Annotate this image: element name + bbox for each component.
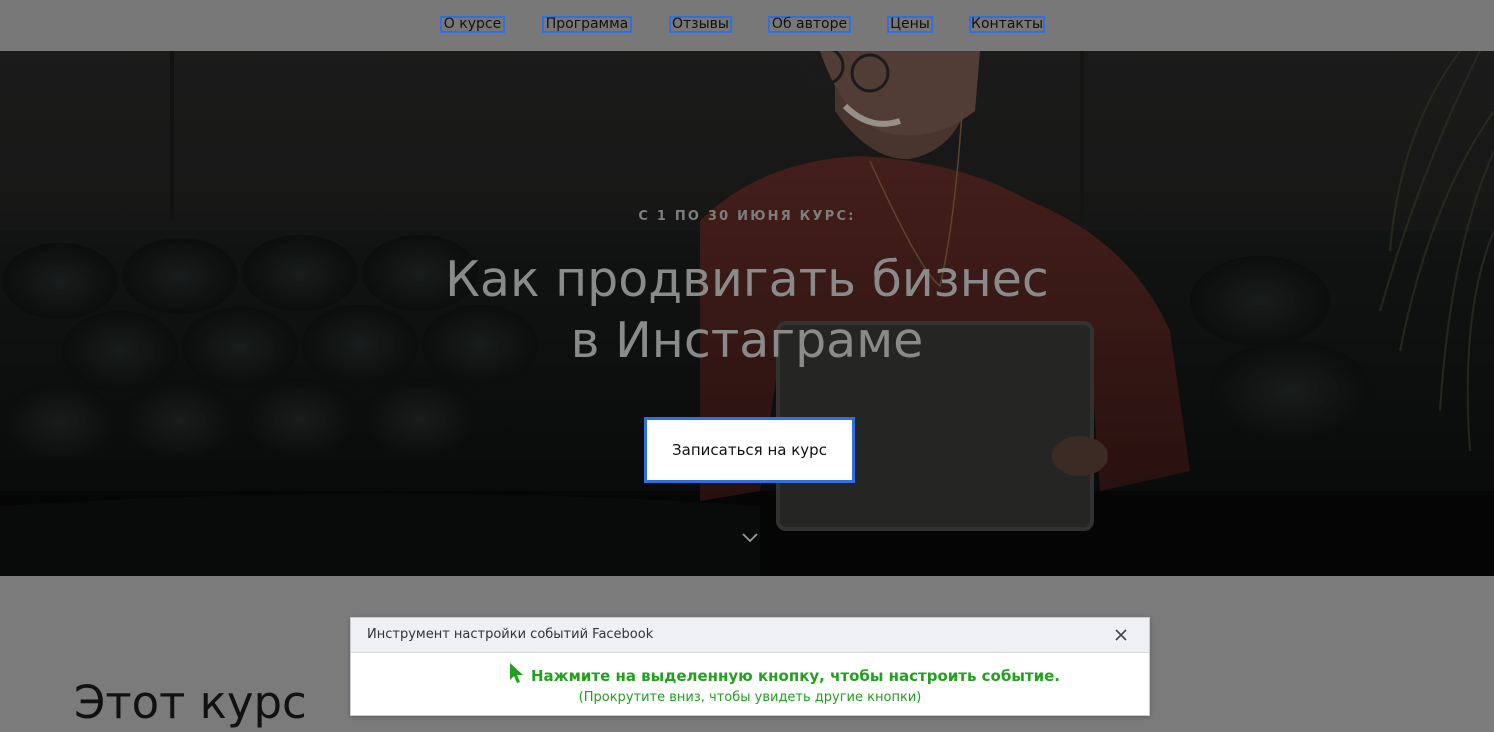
signup-button[interactable]: Записаться на курс [644,417,855,483]
fb-event-tool-title: Инструмент настройки событий Facebook [367,627,654,642]
about-section-heading: Этот курс [74,676,307,729]
nav-link-about[interactable]: О курсе [440,16,505,33]
fb-event-tool-panel: Инструмент настройки событий Facebook На… [350,617,1150,716]
chevron-down-icon[interactable] [741,532,759,544]
nav-link-author[interactable]: Об авторе [768,16,851,33]
close-icon[interactable] [1113,627,1129,643]
fb-event-tool-header: Инструмент настройки событий Facebook [351,618,1149,653]
page: О курсе Программа Отзывы Об авторе Цены … [0,0,1494,732]
nav-link-reviews[interactable]: Отзывы [669,16,732,33]
hero-section: С 1 ПО 30 ИЮНЯ КУРС: Как продвигать бизн… [0,51,1494,576]
top-nav: О курсе Программа Отзывы Об авторе Цены … [0,0,1494,52]
hero-subtitle: С 1 ПО 30 ИЮНЯ КУРС: [638,209,856,224]
hero-title-line-2: в Инстаграме [570,312,924,369]
cursor-arrow-icon [510,663,523,683]
nav-link-prices[interactable]: Цены [887,16,933,33]
hero-title: Как продвигать бизнес в Инстаграме [0,249,1494,371]
nav-link-program[interactable]: Программа [542,16,632,33]
nav-link-contacts[interactable]: Контакты [969,16,1045,33]
hero-title-line-1: Как продвигать бизнес [445,251,1049,308]
fb-instruction-text: Нажмите на выделенную кнопку, чтобы наст… [531,667,1060,685]
fb-hint-text: (Прокрутите вниз, чтобы увидеть другие к… [578,690,922,705]
